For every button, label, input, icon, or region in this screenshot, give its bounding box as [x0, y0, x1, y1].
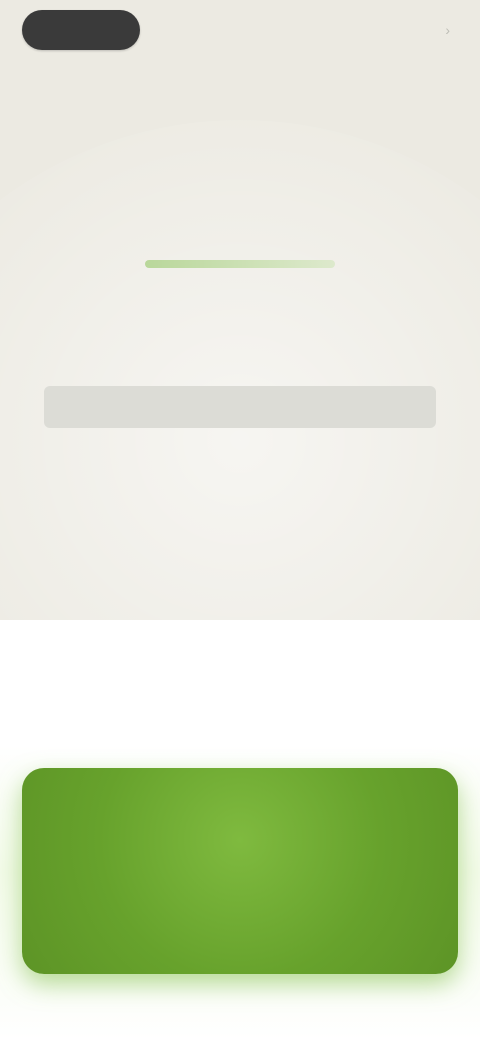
secondary-link[interactable] [84, 720, 396, 746]
top-right-control[interactable]: › [386, 18, 450, 42]
logo-underline [145, 260, 335, 268]
chevron-right-icon: › [445, 22, 450, 38]
tagline-text [44, 386, 436, 428]
top-left-pill-button[interactable] [22, 10, 140, 50]
brand-logo [124, 248, 356, 334]
primary-action-button[interactable] [22, 768, 458, 974]
